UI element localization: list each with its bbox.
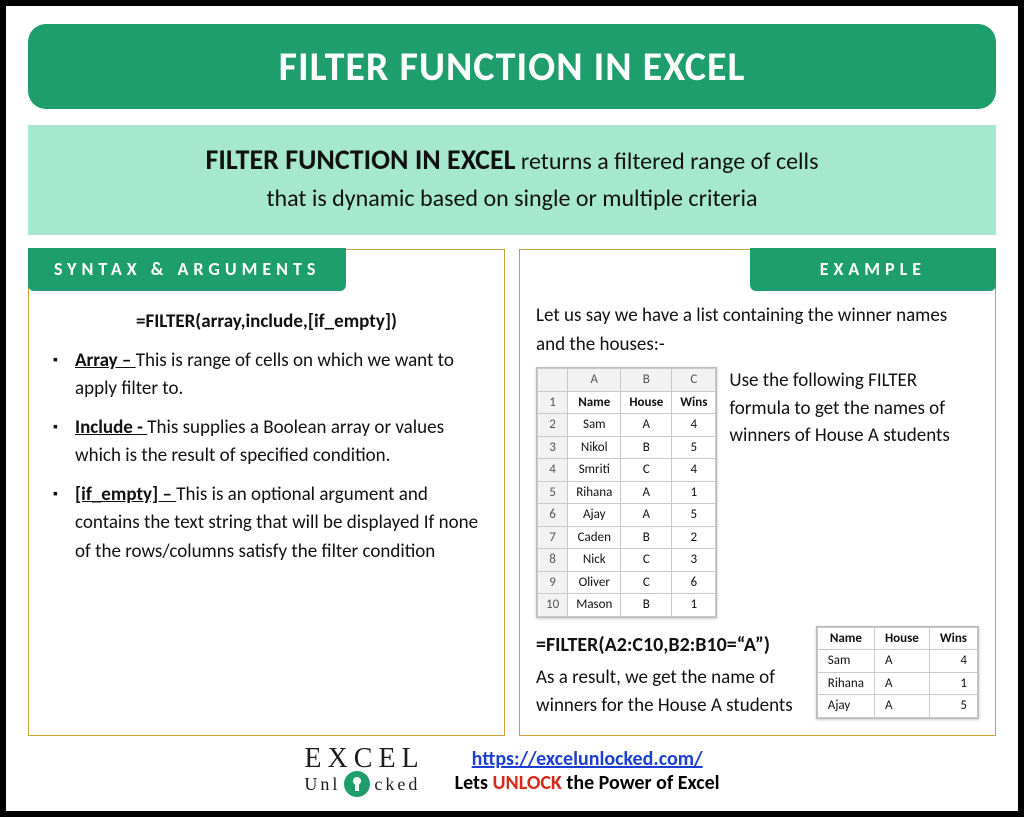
cell: A: [874, 695, 929, 718]
cell: Nick: [568, 549, 621, 572]
cell: B: [621, 594, 672, 617]
logo-c: C: [354, 743, 379, 774]
description-bar: FILTER FUNCTION IN EXCEL returns a filte…: [28, 125, 996, 235]
row-num: 7: [538, 526, 568, 549]
argument-list: Array – This is range of cells on which …: [45, 347, 488, 567]
col-header: Name: [817, 627, 874, 650]
cell: Nikol: [568, 436, 621, 459]
example-side-text: Use the following FILTER formula to get …: [729, 367, 979, 618]
cell: A: [621, 504, 672, 527]
logo-l: L: [402, 743, 425, 774]
cell: 4: [672, 459, 716, 482]
cell: 5: [672, 436, 716, 459]
cell: 6: [672, 571, 716, 594]
description-lead: FILTER FUNCTION IN EXCEL: [206, 142, 516, 177]
row-num: 10: [538, 594, 568, 617]
cell: 1: [672, 594, 716, 617]
arg-name: Array –: [75, 349, 136, 372]
cell: Mason: [568, 594, 621, 617]
arg-name: [if_empty] –: [75, 483, 176, 506]
page-title: FILTER FUNCTION IN EXCEL: [28, 24, 996, 109]
row-num: 6: [538, 504, 568, 527]
brand-logo: EXCEL Unl cked: [304, 746, 424, 797]
logo-e2: E: [378, 743, 401, 774]
cell: Oliver: [568, 571, 621, 594]
cell: Rihana: [568, 481, 621, 504]
website-link[interactable]: https://excelunlocked.com/: [472, 747, 703, 771]
list-item: [if_empty] – This is an optional argumen…: [53, 481, 488, 567]
cell: House: [621, 391, 672, 414]
tagline-pre: Lets: [455, 771, 493, 795]
row-num: 5: [538, 481, 568, 504]
row-num: 4: [538, 459, 568, 482]
col-header: House: [874, 627, 929, 650]
cell: Ajay: [817, 695, 874, 718]
cell: C: [621, 571, 672, 594]
example-intro: Let us say we have a list containing the…: [536, 302, 979, 359]
lock-icon: [344, 771, 370, 797]
cell: A: [621, 414, 672, 437]
cell: Caden: [568, 526, 621, 549]
cell: B: [621, 526, 672, 549]
logo-unl: Unl: [304, 776, 340, 792]
row-num: 8: [538, 549, 568, 572]
col-header: C: [672, 369, 716, 392]
result-spreadsheet: Name House Wins SamA4 RihanaA1 AjayA5: [816, 626, 979, 719]
row-num: 9: [538, 571, 568, 594]
col-header: A: [568, 369, 621, 392]
list-item: Include - This supplies a Boolean array …: [53, 414, 488, 471]
footer: EXCEL Unl cked https://excelunlocked.com…: [28, 746, 996, 801]
cell: Sam: [817, 650, 874, 673]
cell: 1: [929, 672, 977, 695]
cell: Ajay: [568, 504, 621, 527]
cell: 5: [672, 504, 716, 527]
cell: C: [621, 549, 672, 572]
syntax-panel: SYNTAX & ARGUMENTS =FILTER(array,include…: [28, 249, 505, 736]
cell: Name: [568, 391, 621, 414]
cell: 1: [672, 481, 716, 504]
col-header: B: [621, 369, 672, 392]
example-heading: EXAMPLE: [750, 248, 996, 291]
cell: 3: [672, 549, 716, 572]
cell: 4: [929, 650, 977, 673]
syntax-heading: SYNTAX & ARGUMENTS: [28, 248, 346, 291]
logo-e: E: [304, 743, 327, 774]
tagline-post: the Power of Excel: [562, 771, 720, 795]
cell: B: [621, 436, 672, 459]
tagline-unlock: UNLOCK: [492, 771, 561, 795]
cell: Sam: [568, 414, 621, 437]
cell: A: [874, 672, 929, 695]
cell: C: [621, 459, 672, 482]
syntax-formula: =FILTER(array,include,[if_empty]): [45, 308, 488, 337]
cell: A: [621, 481, 672, 504]
example-result-text: As a result, we get the name of winners …: [536, 664, 802, 721]
cell: 4: [672, 414, 716, 437]
cell: Rihana: [817, 672, 874, 695]
row-num: 2: [538, 414, 568, 437]
description-text-1: returns a filtered range of cells: [516, 147, 819, 176]
logo-cked: cked: [374, 776, 420, 792]
arg-name: Include -: [75, 416, 147, 439]
cell: 5: [929, 695, 977, 718]
cell: A: [874, 650, 929, 673]
example-panel: EXAMPLE Let us say we have a list contai…: [519, 249, 996, 736]
example-formula: =FILTER(A2:C10,B2:B10=“A”): [536, 630, 802, 660]
col-header: [538, 369, 568, 392]
list-item: Array – This is range of cells on which …: [53, 347, 488, 404]
cell: Smriti: [568, 459, 621, 482]
cell: Wins: [672, 391, 716, 414]
description-text-2: that is dynamic based on single or multi…: [266, 184, 757, 213]
row-num: 3: [538, 436, 568, 459]
source-spreadsheet: A B C 1 Name House Wins 2SamA4 3NikolB5 …: [536, 367, 717, 618]
col-header: Wins: [929, 627, 977, 650]
row-num: 1: [538, 391, 568, 414]
logo-x: X: [328, 743, 354, 774]
cell: 2: [672, 526, 716, 549]
